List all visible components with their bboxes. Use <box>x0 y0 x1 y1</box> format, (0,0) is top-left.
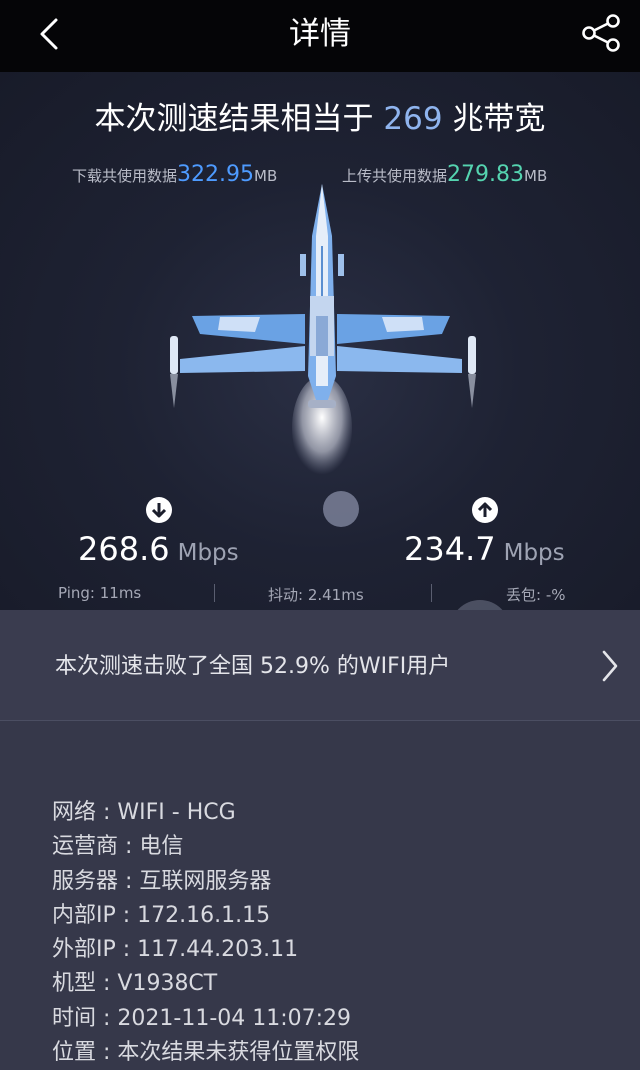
upload-speed-unit: Mbps <box>503 540 565 566</box>
rank-row[interactable]: 本次测速击败了全国 52.9% 的WIFI用户 <box>0 610 640 721</box>
gauge-hint <box>450 600 510 610</box>
headline-prefix: 本次测速结果相当于 <box>94 101 374 137</box>
info-location: 位置 : 本次结果未获得位置权限 <box>52 1040 360 1066</box>
chevron-right-icon <box>602 650 618 682</box>
info-device-model: 机型 : V1938CT <box>52 971 218 997</box>
packet-loss-stat: 丢包: -% <box>506 586 566 604</box>
info-external-ip: 外部IP : 117.44.203.11 <box>52 937 299 963</box>
arrow-down-icon <box>151 503 167 518</box>
stat-divider <box>214 584 215 602</box>
top-bar: 详情 <box>0 0 640 72</box>
upload-speed-value: 234.7 <box>404 530 496 568</box>
share-button[interactable] <box>580 12 624 56</box>
info-network: 网络 : WIFI - HCG <box>52 800 236 825</box>
jitter-stat: 抖动: 2.41ms <box>268 586 364 604</box>
jet-illustration <box>170 184 476 480</box>
page-title: 详情 <box>289 16 351 52</box>
info-time: 时间 : 2021-11-04 11:07:29 <box>52 1005 352 1031</box>
speed-result-panel: 本次测速结果相当于 269 兆带宽 下载共使用数据322.95MB 上传共使用数… <box>0 72 640 610</box>
download-speed: 268.6 Mbps <box>78 530 239 568</box>
share-icon <box>582 14 620 52</box>
bandwidth-headline: 本次测速结果相当于 269 兆带宽 <box>0 98 640 140</box>
network-info-list: 网络 : WIFI - HCG 运营商 : 电信 服务器 : 互联网服务器 内部… <box>52 796 359 1070</box>
upload-indicator <box>472 497 498 523</box>
headline-suffix: 兆带宽 <box>452 101 546 137</box>
download-speed-unit: Mbps <box>177 540 239 566</box>
info-server: 服务器 : 互联网服务器 <box>52 868 272 894</box>
info-carrier: 运营商 : 电信 <box>52 834 184 860</box>
ping-stat: Ping: 11ms <box>58 584 142 602</box>
download-indicator <box>146 497 172 523</box>
rank-text: 本次测速击败了全国 52.9% 的WIFI用户 <box>55 654 451 679</box>
progress-dot <box>323 491 359 527</box>
upload-speed: 234.7 Mbps <box>404 530 565 568</box>
download-speed-value: 268.6 <box>78 530 170 568</box>
upload-usage-unit: MB <box>524 167 548 185</box>
arrow-up-icon <box>477 502 493 517</box>
headline-bandwidth-value: 269 <box>383 101 443 137</box>
stat-divider <box>431 584 432 602</box>
info-internal-ip: 内部IP : 172.16.1.15 <box>52 902 271 928</box>
